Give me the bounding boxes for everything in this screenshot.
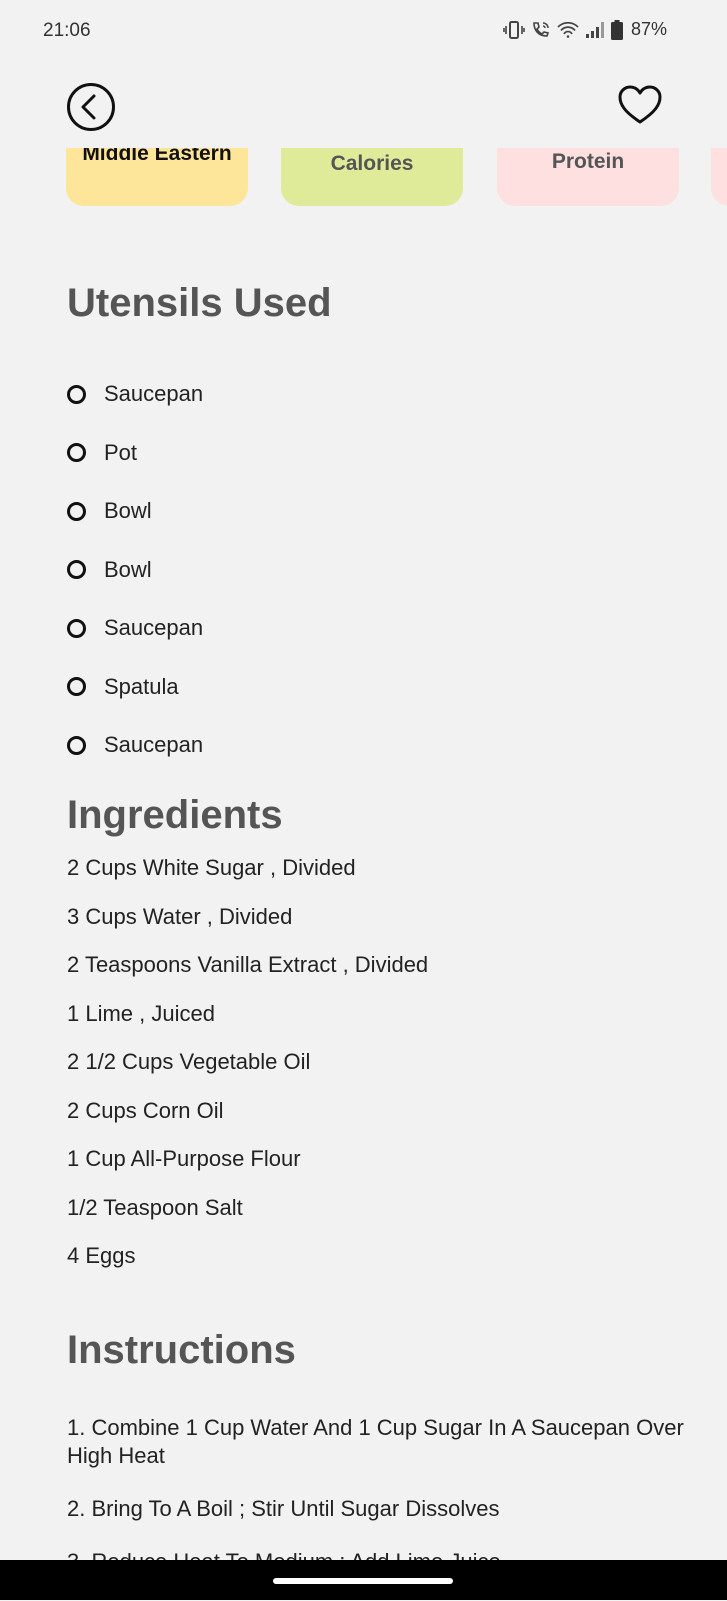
battery-icon (610, 19, 623, 40)
utensil-item: Pot (67, 424, 687, 483)
ingredient-item: 2 Cups Corn Oil (67, 1097, 224, 1123)
vibrate-icon (503, 20, 525, 39)
ingredient-item: 1/2 Teaspoon Salt (67, 1194, 243, 1220)
utensil-label: Saucepan (104, 615, 204, 641)
utensils-list: Saucepan Pot Bowl Bowl Saucepan Spatula … (67, 365, 687, 775)
top-app-bar (0, 64, 727, 148)
utensil-label: Bowl (104, 556, 152, 582)
battery-percent: 87% (630, 19, 667, 39)
ingredient-item: 2 1/2 Cups Vegetable Oil (67, 1049, 311, 1074)
protein-chip: Protein (497, 148, 679, 206)
ingredients-title: Ingredients (67, 793, 283, 837)
utensil-item: Bowl (67, 541, 687, 600)
cuisine-chip: Middle Eastern (66, 148, 248, 206)
utensil-label: Bowl (104, 498, 152, 524)
wifi-call-icon (531, 21, 551, 39)
circle-bullet-icon (67, 501, 86, 521)
instruction-step: 2. Bring To A Boil ; Stir Until Sugar Di… (67, 1496, 500, 1521)
ingredients-list: 2 Cups White Sugar , Divided 3 Cups Wate… (67, 852, 687, 1289)
circle-bullet-icon (67, 677, 86, 697)
utensil-label: Saucepan (104, 732, 204, 758)
calories-chip-label: Calories (330, 152, 414, 175)
circle-bullet-icon (67, 618, 86, 638)
utensil-item: Spatula (67, 658, 687, 717)
wifi-icon (557, 21, 579, 38)
home-gesture-handle[interactable] (273, 1578, 453, 1584)
ingredient-item: 4 Eggs (67, 1243, 136, 1268)
ingredient-item: 2 Teaspoons Vanilla Extract , Divided (67, 952, 429, 977)
system-navigation-bar (0, 1560, 727, 1600)
protein-chip-label: Protein (551, 150, 625, 173)
circle-bullet-icon (67, 443, 86, 463)
recipe-tags-row: Middle Eastern Calories Protein (0, 148, 727, 210)
utensil-item: Saucepan (67, 716, 687, 775)
favorite-button[interactable] (617, 84, 663, 126)
circle-bullet-icon (67, 384, 86, 404)
signal-icon (585, 21, 605, 39)
instruction-step: 1. Combine 1 Cup Water And 1 Cup Sugar I… (67, 1415, 684, 1468)
back-arrow-circle-icon (66, 83, 116, 136)
utensil-label: Spatula (104, 673, 179, 699)
ingredient-item: 1 Cup All-Purpose Flour (67, 1146, 301, 1171)
utensil-item: Saucepan (67, 599, 687, 658)
cuisine-chip-label: Middle Eastern (82, 148, 232, 165)
utensil-item: Bowl (67, 482, 687, 541)
utensil-item: Saucepan (67, 365, 687, 424)
circle-bullet-icon (67, 560, 86, 580)
utensil-label: Saucepan (104, 381, 204, 407)
ingredient-item: 1 Lime , Juiced (67, 1000, 215, 1026)
status-time: 21:06 (43, 20, 91, 41)
back-button[interactable] (66, 82, 116, 132)
status-icons: 87% (503, 19, 667, 40)
calories-chip: Calories (281, 148, 463, 206)
instructions-title: Instructions (67, 1328, 296, 1372)
ingredient-item: 2 Cups White Sugar , Divided (67, 855, 356, 880)
next-chip-partial (711, 148, 727, 206)
utensil-label: Pot (104, 439, 138, 465)
utensils-title: Utensils Used (67, 281, 332, 325)
ingredient-item: 3 Cups Water , Divided (67, 903, 293, 929)
status-bar: 21:06 87% (0, 0, 727, 64)
heart-outline-icon (617, 85, 663, 130)
circle-bullet-icon (67, 735, 86, 755)
